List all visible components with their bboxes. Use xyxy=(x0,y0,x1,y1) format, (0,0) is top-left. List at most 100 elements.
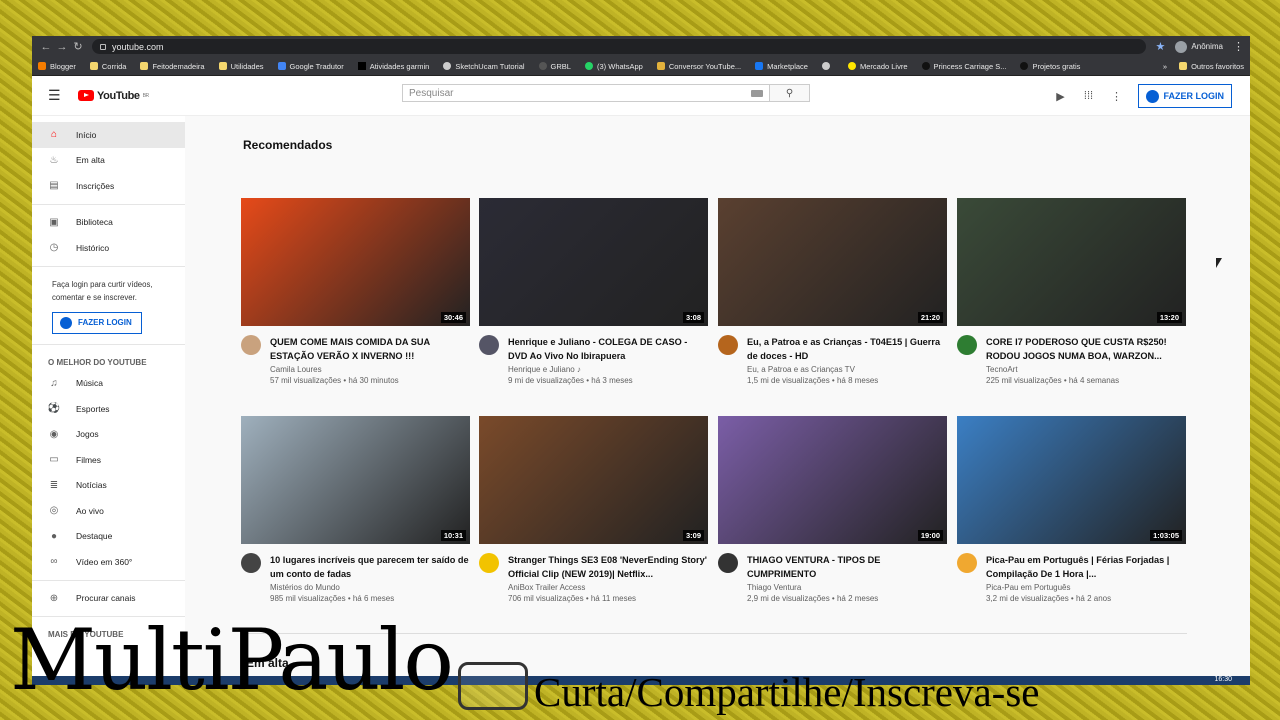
folder-icon xyxy=(140,62,149,70)
video-thumbnail[interactable]: 3:08 xyxy=(479,198,708,326)
sidebar-item-ao-vivo[interactable]: ◎ Ao vivo xyxy=(32,498,185,524)
video-thumbnail[interactable]: 1:03:05 xyxy=(957,416,1186,544)
video-thumbnail[interactable]: 3:09 xyxy=(479,416,708,544)
bookmark-item[interactable]: Atividades garmin xyxy=(357,62,429,71)
sidebar-divider xyxy=(32,343,185,345)
sidebar-item-musica[interactable]: ♫ Música xyxy=(32,371,185,397)
channel-name[interactable]: TecnoArt xyxy=(986,365,1186,374)
sidebar-item-inicio[interactable]: ⌂ Início xyxy=(32,122,185,148)
video-duration: 19:00 xyxy=(917,530,943,541)
other-bookmarks-folder[interactable]: Outros favoritos xyxy=(1179,62,1244,71)
video-duration: 1:03:05 xyxy=(1150,530,1182,541)
video-card[interactable]: 1:03:05 Pica-Pau em Português | Férias Fo… xyxy=(957,416,1186,603)
video-card[interactable]: 19:00 THIAGO VENTURA - TIPOS DE CUMPRIMEN… xyxy=(718,416,947,603)
search-input[interactable]: Pesquisar xyxy=(402,84,770,102)
video-title[interactable]: THIAGO VENTURA - TIPOS DE CUMPRIMENTO xyxy=(747,553,947,581)
create-video-icon[interactable]: ▶ xyxy=(1054,90,1068,103)
sidebar-item-jogos[interactable]: ◉ Jogos xyxy=(32,422,185,448)
profile-button[interactable]: Anônima xyxy=(1175,40,1223,53)
channel-avatar[interactable] xyxy=(241,335,261,355)
address-bar[interactable]: youtube.com xyxy=(92,39,1146,54)
video-thumbnail[interactable]: 30:46 xyxy=(241,198,470,326)
video-card[interactable]: 30:46 QUEM COME MAIS COMIDA DA SUA ESTAÇÃ… xyxy=(241,198,470,385)
video-thumbnail[interactable]: 13:20 xyxy=(957,198,1186,326)
channel-name[interactable]: Pica-Pau em Português xyxy=(986,583,1186,592)
settings-menu-icon[interactable]: ⋮ xyxy=(1110,90,1124,103)
sidebar-item-video-360[interactable]: ∞ Vídeo em 360° xyxy=(32,549,185,575)
channel-avatar[interactable] xyxy=(957,335,977,355)
video-thumbnail[interactable]: 19:00 xyxy=(718,416,947,544)
youtube-logo[interactable]: YouTube BR xyxy=(78,90,149,102)
video-title[interactable]: 10 lugares incríveis que parecem ter saí… xyxy=(270,553,470,581)
video-stats: 706 mil visualizações • há 11 meses xyxy=(508,594,637,603)
browser-menu-icon[interactable]: ⋮ xyxy=(1233,40,1244,53)
sidebar-sign-in-button[interactable]: FAZER LOGIN xyxy=(52,311,142,334)
video-card[interactable]: 21:20 Eu, a Patroa e as Crianças - T04E15… xyxy=(718,198,947,385)
channel-name[interactable]: Mistérios do Mundo xyxy=(270,583,470,592)
channel-name[interactable]: AniBox Trailer Access xyxy=(508,583,708,592)
keyboard-icon[interactable] xyxy=(751,89,763,97)
bookmark-item[interactable]: Corrida xyxy=(89,62,126,71)
bookmark-item[interactable]: Marketplace xyxy=(755,62,808,71)
channel-avatar[interactable] xyxy=(718,335,738,355)
sidebar: ⌂ Início ♨ Em alta ▤ Inscrições ▣ Biblioteca… xyxy=(32,116,185,682)
sidebar-item-inscricoes[interactable]: ▤ Inscrições xyxy=(32,173,185,199)
bookmark-item[interactable]: Feitodemadeira xyxy=(140,62,205,71)
sidebar-item-historico[interactable]: ◷ Histórico xyxy=(32,235,185,261)
channel-name[interactable]: Eu, a Patroa e as Crianças TV xyxy=(747,365,947,374)
bookmark-item[interactable]: Blogger xyxy=(38,62,76,71)
bookmark-item[interactable]: Google Tradutor xyxy=(277,62,344,71)
sidebar-item-filmes[interactable]: ▭ Filmes xyxy=(32,447,185,473)
sidebar-item-em-alta[interactable]: ♨ Em alta xyxy=(32,148,185,174)
profile-label: Anônima xyxy=(1191,42,1223,51)
sidebar-item-biblioteca[interactable]: ▣ Biblioteca xyxy=(32,210,185,236)
back-icon[interactable]: ← xyxy=(38,41,54,53)
sidebar-item-esportes[interactable]: ⚽ Esportes xyxy=(32,396,185,422)
bookmark-item[interactable] xyxy=(821,62,834,70)
search-button[interactable]: ⚲ xyxy=(770,84,810,102)
channel-avatar[interactable] xyxy=(718,553,738,573)
video-title[interactable]: QUEM COME MAIS COMIDA DA SUA ESTAÇÃO VER… xyxy=(270,335,470,363)
fire-icon: ♨ xyxy=(49,154,59,166)
bookmark-item[interactable]: Mercado Livre xyxy=(847,62,908,71)
bookmark-item[interactable]: Princess Carriage S... xyxy=(921,62,1006,71)
garmin-icon xyxy=(357,62,366,70)
video-title[interactable]: Eu, a Patroa e as Crianças - T04E15 | Gu… xyxy=(747,335,947,363)
bookmark-item[interactable]: (3) WhatsApp xyxy=(584,62,643,71)
video-card[interactable]: 3:09 Stranger Things SE3 E08 'NeverEnding… xyxy=(479,416,708,603)
bookmark-item[interactable]: Conversor YouTube... xyxy=(656,62,741,71)
bookmark-item[interactable]: GRBL xyxy=(538,62,571,71)
folder-icon xyxy=(89,62,98,70)
video-thumbnail[interactable]: 10:31 xyxy=(241,416,470,544)
channel-name[interactable]: Thiago Ventura xyxy=(747,583,947,592)
reload-icon[interactable]: ↻ xyxy=(70,40,86,53)
bookmark-item[interactable]: SketchUcam Tutorial xyxy=(443,62,525,71)
channel-avatar[interactable] xyxy=(479,335,499,355)
video-card[interactable]: 3:08 Henrique e Juliano - COLEGA DE CASO … xyxy=(479,198,708,385)
video-title[interactable]: CORE I7 PODEROSO QUE CUSTA R$250! RODOU … xyxy=(986,335,1186,363)
channel-avatar[interactable] xyxy=(241,553,261,573)
video-title[interactable]: Pica-Pau em Português | Férias Forjadas … xyxy=(986,553,1186,581)
channel-avatar[interactable] xyxy=(479,553,499,573)
forward-icon[interactable]: → xyxy=(54,41,70,53)
video-thumbnail[interactable]: 21:20 xyxy=(718,198,947,326)
bookmark-star-icon[interactable]: ★ xyxy=(1156,40,1166,53)
sign-in-button[interactable]: FAZER LOGIN xyxy=(1137,84,1232,108)
apps-grid-icon[interactable]: ⁞⁞⁞ xyxy=(1082,90,1096,102)
video-title[interactable]: Stranger Things SE3 E08 'NeverEnding Sto… xyxy=(508,553,708,581)
video-card[interactable]: 10:31 10 lugares incríveis que parecem te… xyxy=(241,416,470,603)
video-title[interactable]: Henrique e Juliano - COLEGA DE CASO - DV… xyxy=(508,335,708,363)
sidebar-item-noticias[interactable]: ≣ Notícias xyxy=(32,473,185,499)
sidebar-item-destaque[interactable]: ● Destaque xyxy=(32,524,185,550)
mercadolivre-icon xyxy=(847,62,856,70)
menu-icon[interactable]: ☰ xyxy=(48,87,68,104)
bookmark-item[interactable]: Projetos gratis xyxy=(1020,62,1080,71)
sidebar-item-procurar-canais[interactable]: ⊕ Procurar canais xyxy=(32,586,185,612)
video-card[interactable]: 13:20 CORE I7 PODEROSO QUE CUSTA R$250! R… xyxy=(957,198,1186,385)
page-icon xyxy=(921,62,930,70)
channel-avatar[interactable] xyxy=(957,553,977,573)
more-bookmarks-icon[interactable]: » xyxy=(1163,62,1167,71)
bookmark-item[interactable]: Utilidades xyxy=(218,62,264,71)
channel-name[interactable]: Camila Loures xyxy=(270,365,470,374)
channel-name[interactable]: Henrique e Juliano ♪ xyxy=(508,365,708,374)
